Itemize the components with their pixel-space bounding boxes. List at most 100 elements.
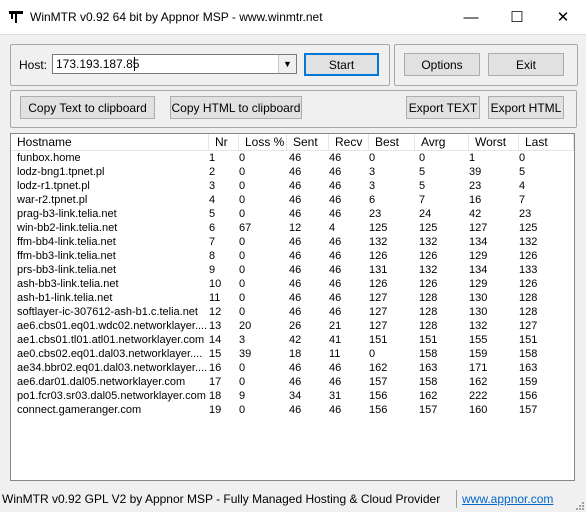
cell-loss: 0 xyxy=(239,292,246,304)
maximize-button[interactable]: ☐ xyxy=(494,0,540,34)
cell-avrg: 5 xyxy=(419,180,426,192)
table-row[interactable]: ash-bb3-link.telia.net 10 0 46 46 126 126 129 12… xyxy=(11,277,574,291)
export-text-button[interactable]: Export TEXT xyxy=(406,96,480,119)
cell-recv: 46 xyxy=(329,166,342,178)
table-row[interactable]: ae34.bbr02.eq01.dal03.networklayer.... 16… xyxy=(11,361,574,375)
cell-avrg: 128 xyxy=(419,320,438,332)
cell-avrg: 158 xyxy=(419,376,438,388)
cell-avrg: 128 xyxy=(419,292,438,304)
cell-avrg: 158 xyxy=(419,348,438,360)
cell-hostname: softlayer-ic-307612-ash-b1.c.telia.net xyxy=(17,306,198,318)
cell-last: 23 xyxy=(519,208,532,220)
cell-best: 156 xyxy=(369,404,388,416)
cell-recv: 4 xyxy=(329,222,336,234)
table-row[interactable]: connect.gameranger.com 19 0 46 46 156 157 160 15… xyxy=(11,403,574,417)
cell-loss: 67 xyxy=(239,222,252,234)
column-header-best[interactable]: Best xyxy=(369,134,415,150)
start-button[interactable]: Start xyxy=(304,53,379,76)
cell-hostname: po1.fcr03.sr03.dal05.networklayer.com xyxy=(17,390,206,402)
table-row[interactable]: ae6.dar01.dal05.networklayer.com 17 0 46 46 1… xyxy=(11,375,574,389)
cell-recv: 46 xyxy=(329,376,342,388)
host-input[interactable]: 173.193.187.85 xyxy=(56,57,139,71)
options-button[interactable]: Options xyxy=(404,53,480,76)
cell-best: 23 xyxy=(369,208,382,220)
cell-recv: 46 xyxy=(329,306,342,318)
cell-recv: 46 xyxy=(329,292,342,304)
text-cursor xyxy=(134,57,135,71)
cell-nr: 14 xyxy=(209,334,222,346)
cell-recv: 46 xyxy=(329,278,342,290)
cell-best: 132 xyxy=(369,236,388,248)
cell-loss: 0 xyxy=(239,208,246,220)
cell-nr: 17 xyxy=(209,376,222,388)
table-row[interactable]: ffm-bb3-link.telia.net 8 0 46 46 126 126 129 126 xyxy=(11,249,574,263)
column-header-loss[interactable]: Loss % xyxy=(239,134,287,150)
table-row[interactable]: lodz-r1.tpnet.pl 3 0 46 46 3 5 23 4 xyxy=(11,179,574,193)
cell-loss: 39 xyxy=(239,348,252,360)
table-row[interactable]: ae6.cbs01.eq01.wdc02.networklayer.... 13 2… xyxy=(11,319,574,333)
table-row[interactable]: prs-bb3-link.telia.net 9 0 46 46 131 132 134 133 xyxy=(11,263,574,277)
cell-nr: 6 xyxy=(209,222,216,234)
table-row[interactable]: softlayer-ic-307612-ash-b1.c.telia.net 12… xyxy=(11,305,574,319)
column-header-nr[interactable]: Nr xyxy=(209,134,239,150)
cell-recv: 46 xyxy=(329,208,342,220)
cell-recv: 21 xyxy=(329,320,342,332)
column-header-worst[interactable]: Worst xyxy=(469,134,519,150)
cell-sent: 46 xyxy=(289,250,302,262)
cell-nr: 18 xyxy=(209,390,222,402)
table-row[interactable]: ash-b1-link.telia.net 11 0 46 46 127 128 130 128 xyxy=(11,291,574,305)
cell-sent: 46 xyxy=(289,404,302,416)
cell-hostname: ae6.dar01.dal05.networklayer.com xyxy=(17,376,186,388)
cell-nr: 2 xyxy=(209,166,216,178)
cell-sent: 46 xyxy=(289,264,302,276)
cell-sent: 46 xyxy=(289,292,302,304)
cell-loss: 0 xyxy=(239,376,246,388)
cell-hostname: war-r2.tpnet.pl xyxy=(17,194,88,206)
table-row[interactable]: prag-b3-link.telia.net 5 0 46 46 23 24 42 23 xyxy=(11,207,574,221)
trace-results-table[interactable]: Hostname Nr Loss % Sent Recv Best Avrg W… xyxy=(10,133,575,481)
table-row[interactable]: lodz-bng1.tpnet.pl 2 0 46 46 3 5 39 5 xyxy=(11,165,574,179)
table-row[interactable]: ae0.cbs02.eq01.dal03.networklayer.... 15 3… xyxy=(11,347,574,361)
table-row[interactable]: war-r2.tpnet.pl 4 0 46 46 6 7 16 7 xyxy=(11,193,574,207)
table-row[interactable]: ffm-bb4-link.telia.net 7 0 46 46 132 132 134 132 xyxy=(11,235,574,249)
exit-button[interactable]: Exit xyxy=(488,53,564,76)
cell-best: 0 xyxy=(369,152,376,164)
cell-loss: 0 xyxy=(239,166,246,178)
column-header-sent[interactable]: Sent xyxy=(287,134,329,150)
column-header-avrg[interactable]: Avrg xyxy=(415,134,469,150)
cell-last: 128 xyxy=(519,306,538,318)
cell-last: 132 xyxy=(519,236,538,248)
cell-worst: 222 xyxy=(469,390,488,402)
minimize-button[interactable]: — xyxy=(448,0,494,34)
cell-loss: 20 xyxy=(239,320,252,332)
cell-last: 126 xyxy=(519,250,538,262)
host-combobox[interactable]: 173.193.187.85 ▼ xyxy=(52,54,297,74)
close-button[interactable]: ✕ xyxy=(540,0,586,34)
cell-avrg: 132 xyxy=(419,264,438,276)
chevron-down-icon[interactable]: ▼ xyxy=(278,55,296,73)
cell-loss: 0 xyxy=(239,264,246,276)
copy-text-button[interactable]: Copy Text to clipboard xyxy=(20,96,155,119)
table-row[interactable]: win-bb2-link.telia.net 6 67 12 4 125 125 127 125 xyxy=(11,221,574,235)
cell-last: 128 xyxy=(519,292,538,304)
column-header-last[interactable]: Last xyxy=(519,134,574,150)
cell-nr: 10 xyxy=(209,278,222,290)
resize-grip-icon[interactable] xyxy=(574,500,584,510)
cell-last: 159 xyxy=(519,376,538,388)
column-header-recv[interactable]: Recv xyxy=(329,134,369,150)
cell-best: 126 xyxy=(369,278,388,290)
column-header-hostname[interactable]: Hostname xyxy=(11,134,209,150)
cell-loss: 0 xyxy=(239,250,246,262)
cell-hostname: ae6.cbs01.eq01.wdc02.networklayer.... xyxy=(17,320,208,332)
cell-worst: 42 xyxy=(469,208,482,220)
cell-worst: 132 xyxy=(469,320,488,332)
table-row[interactable]: ae1.cbs01.tl01.atl01.networklayer.com 14 3… xyxy=(11,333,574,347)
table-row[interactable]: po1.fcr03.sr03.dal05.networklayer.com 18 9… xyxy=(11,389,574,403)
cell-recv: 31 xyxy=(329,390,342,402)
appnor-link[interactable]: www.appnor.com xyxy=(462,492,553,506)
cell-hostname: connect.gameranger.com xyxy=(17,404,142,416)
copy-html-button[interactable]: Copy HTML to clipboard xyxy=(170,96,302,119)
export-html-button[interactable]: Export HTML xyxy=(488,96,564,119)
table-row[interactable]: funbox.home 1 0 46 46 0 0 1 0 xyxy=(11,151,574,165)
cell-avrg: 0 xyxy=(419,152,426,164)
